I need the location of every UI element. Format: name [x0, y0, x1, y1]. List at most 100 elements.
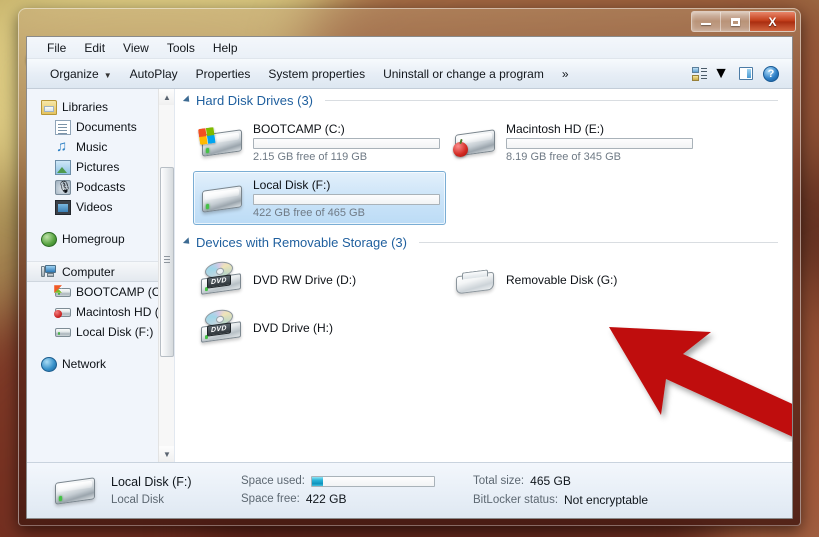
sidebar-item-local-disk-f[interactable]: Local Disk (F:) — [27, 322, 174, 342]
dvd-icon: DVD — [199, 308, 245, 348]
videos-icon — [55, 199, 71, 215]
sidebar-item-videos[interactable]: Videos — [27, 197, 174, 217]
sidebar-item-macintosh-hd-e[interactable]: Macintosh HD (E — [27, 302, 174, 322]
details-pane: Local Disk (F:) Local Disk Space used: S… — [27, 462, 792, 518]
menu-help[interactable]: Help — [205, 39, 246, 57]
homegroup-icon — [41, 231, 57, 247]
hdd-icon — [199, 178, 245, 218]
scrollbar-thumb[interactable] — [160, 167, 174, 357]
command-bar: Organize ▼ AutoPlay Properties System pro… — [27, 59, 792, 89]
drive-tile-dvd-rw-d[interactable]: DVD DVD RW Drive (D:) — [193, 257, 446, 303]
hdd-icon — [51, 471, 99, 511]
organize-button[interactable]: Organize ▼ — [41, 63, 121, 85]
drive-apple-icon — [54, 305, 71, 320]
sidebar-item-label: Network — [62, 357, 107, 371]
preview-pane-button[interactable] — [734, 65, 758, 82]
total-size-value: 465 GB — [530, 474, 571, 488]
drive-tile-dvd-h[interactable]: DVD DVD Drive (H:) — [193, 305, 446, 351]
drive-tile-local-disk-f[interactable]: Local Disk (F:) 422 GB free of 465 GB — [193, 171, 446, 225]
close-button[interactable]: X — [750, 12, 795, 31]
section-title: Hard Disk Drives (3) — [196, 92, 314, 108]
sidebar-gap-2 — [27, 249, 174, 261]
total-size-label: Total size: — [473, 475, 525, 487]
system-properties-button[interactable]: System properties — [259, 63, 374, 85]
drive-name: DVD Drive (H:) — [253, 321, 333, 335]
drive-tile-macintosh-hd-e[interactable]: Macintosh HD (E:) 8.19 GB free of 345 GB — [446, 115, 699, 169]
properties-button[interactable]: Properties — [187, 63, 260, 85]
details-title: Local Disk (F:) — [111, 475, 192, 489]
view-list-icon — [692, 66, 708, 81]
navigation-pane: Libraries Documents Music Pictures Podca… — [27, 89, 175, 462]
sidebar-item-computer[interactable]: Computer — [27, 261, 174, 282]
space-free-label: Space free: — [241, 493, 300, 505]
documents-icon — [55, 119, 71, 135]
drive-icon — [55, 325, 71, 340]
hdd-windows-icon — [197, 122, 245, 162]
organize-label: Organize — [50, 66, 99, 81]
sidebar-item-homegroup[interactable]: Homegroup — [27, 229, 174, 249]
chevron-down-icon: ▼ — [103, 70, 112, 80]
hdd-apple-icon — [452, 122, 498, 162]
hard-disk-drives-grid: BOOTCAMP (C:) 2.15 GB free of 119 GB Mac… — [175, 111, 792, 227]
sidebar-item-label: Homegroup — [62, 232, 125, 246]
bitlocker-value: Not encryptable — [564, 493, 649, 507]
sidebar-item-documents[interactable]: Documents — [27, 117, 174, 137]
dvd-icon: DVD — [199, 260, 245, 300]
autoplay-button[interactable]: AutoPlay — [121, 63, 187, 85]
section-header-removable-storage[interactable]: Devices with Removable Storage (3) — [175, 231, 792, 253]
drive-tile-bootcamp-c[interactable]: BOOTCAMP (C:) 2.15 GB free of 119 GB — [193, 115, 446, 169]
space-used-bar — [310, 475, 435, 487]
sidebar-item-label: Documents — [76, 120, 137, 134]
maximize-button[interactable] — [721, 12, 750, 31]
drive-name: Macintosh HD (E:) — [506, 121, 605, 136]
menu-edit[interactable]: Edit — [76, 39, 113, 57]
details-meta: Total size: 465 GB BitLocker status: Not… — [473, 474, 648, 507]
details-identity: Local Disk (F:) Local Disk — [111, 475, 229, 506]
bitlocker-row: BitLocker status: Not encryptable — [473, 493, 648, 507]
section-rule — [325, 99, 778, 101]
drive-name: Removable Disk (G:) — [506, 273, 618, 287]
collapse-triangle-icon[interactable] — [182, 237, 193, 247]
drive-tile-removable-disk-g[interactable]: Removable Disk (G:) — [446, 257, 699, 303]
sidebar-item-label: BOOTCAMP (C:) — [76, 285, 168, 299]
total-size-row: Total size: 465 GB — [473, 474, 648, 488]
sidebar-item-libraries[interactable]: Libraries — [27, 97, 174, 117]
network-icon — [41, 356, 57, 372]
uninstall-or-change-program-button[interactable]: Uninstall or change a program — [374, 63, 553, 85]
toolbar-overflow-button[interactable]: » — [553, 63, 578, 85]
help-icon: ? — [763, 65, 779, 82]
details-space: Space used: Space free: 422 GB — [241, 475, 461, 506]
scroll-down-icon[interactable]: ▼ — [159, 446, 174, 462]
sidebar-item-podcasts[interactable]: Podcasts — [27, 177, 174, 197]
space-free-value: 422 GB — [305, 492, 347, 506]
podcasts-icon — [55, 179, 72, 195]
capacity-bar — [253, 137, 440, 149]
menu-file[interactable]: File — [39, 39, 74, 57]
sidebar-item-network[interactable]: Network — [27, 354, 174, 374]
sidebar-item-music[interactable]: Music — [27, 137, 174, 157]
section-header-hard-disk-drives[interactable]: Hard Disk Drives (3) — [175, 89, 792, 111]
section-title: Devices with Removable Storage (3) — [196, 234, 407, 250]
section-rule — [418, 241, 778, 243]
sidebar-item-bootcamp-c[interactable]: BOOTCAMP (C:) — [27, 282, 174, 302]
explorer-body: Libraries Documents Music Pictures Podca… — [27, 89, 792, 462]
preview-pane-icon — [739, 67, 753, 80]
scroll-up-icon[interactable]: ▲ — [159, 89, 174, 105]
removable-storage-grid: DVD DVD RW Drive (D:) Removable Disk (G:… — [175, 253, 792, 353]
sidebar-scrollbar[interactable]: ▲ ▼ — [158, 89, 174, 462]
menu-view[interactable]: View — [115, 39, 157, 57]
menu-tools[interactable]: Tools — [159, 39, 203, 57]
sidebar-item-label: Pictures — [76, 160, 120, 174]
drive-name: BOOTCAMP (C:) — [253, 121, 345, 136]
libraries-icon — [41, 99, 57, 115]
collapse-triangle-icon[interactable] — [182, 95, 193, 105]
sidebar-item-pictures[interactable]: Pictures — [27, 157, 174, 177]
drive-name: DVD RW Drive (D:) — [253, 273, 357, 287]
minimize-button[interactable] — [692, 12, 721, 31]
computer-icon — [41, 264, 57, 279]
change-view-button[interactable]: ▼ — [687, 63, 734, 85]
space-used-row: Space used: — [241, 475, 461, 487]
help-button[interactable]: ? — [758, 64, 784, 84]
title-bar[interactable]: X — [19, 9, 800, 37]
sidebar-gap-3 — [27, 342, 174, 354]
